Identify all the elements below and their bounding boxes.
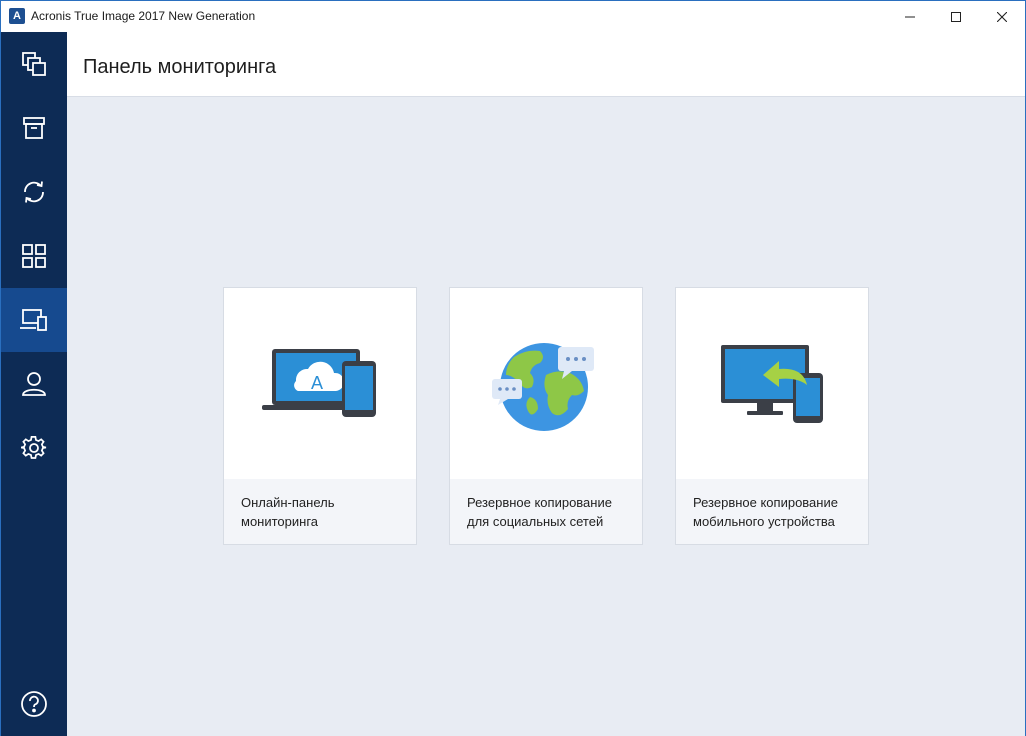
card-caption: Резервное копирование для социальных сет… [450,479,642,544]
acronis-logo-icon: A [9,8,25,24]
title-bar: A Acronis True Image 2017 New Generation [1,1,1025,32]
card-title-line2: мониторинга [241,514,319,529]
help-icon [21,691,47,717]
sidebar [1,32,67,736]
card-title-line2: для социальных сетей [467,514,604,529]
sidebar-item-dashboard[interactable] [1,288,67,352]
minimize-button[interactable] [887,1,933,32]
page-header: Панель мониторинга [67,32,1025,97]
illustration-area [450,288,642,478]
monitor-phone-illustration [721,345,823,423]
sidebar-item-account[interactable] [1,352,67,416]
minimize-icon [905,16,915,17]
card-title-line2: мобильного устройства [693,514,835,529]
card-title-line1: Онлайн-панель [241,495,335,510]
archive-icon [23,117,45,139]
card-title-line1: Резервное копирование [467,495,612,510]
card-social-backup[interactable]: Резервное копирование для социальных сет… [449,287,643,545]
dashboard-devices-icon [20,309,47,331]
window-title: Acronis True Image 2017 New Generation [31,9,256,23]
sidebar-item-help[interactable] [1,672,67,736]
app-window: A Acronis True Image 2017 New Generation [0,0,1026,736]
tools-icon [22,244,46,268]
card-caption: Онлайн-панель мониторинга [224,479,416,544]
close-button[interactable] [979,1,1025,32]
card-caption: Резервное копирование мобильного устройс… [676,479,868,544]
settings-icon [21,436,47,459]
sidebar-item-sync[interactable] [1,160,67,224]
backup-icon [22,52,46,76]
maximize-icon [951,11,961,22]
laptop-cloud-phone-illustration: A [262,349,376,417]
sidebar-item-tools[interactable] [1,224,67,288]
card-online-dashboard[interactable]: A Онлайн-панель мониторинга [223,287,417,545]
close-icon [997,11,1007,22]
sync-icon [24,181,44,203]
sidebar-item-archive[interactable] [1,96,67,160]
svg-text:A: A [311,373,323,393]
illustration-area [676,288,868,478]
sidebar-item-backup[interactable] [1,32,67,96]
card-mobile-backup[interactable]: Резервное копирование мобильного устройс… [675,287,869,545]
maximize-button[interactable] [933,1,979,32]
card-title-line1: Резервное копирование [693,495,838,510]
page-title: Панель мониторинга [83,56,277,78]
dashboard-content: A Онлайн-панель мониторинга Резервное ко… [67,97,1025,736]
illustration-area: A [224,288,416,478]
globe-chat-illustration [492,343,594,431]
account-icon [22,372,46,396]
sidebar-item-settings[interactable] [1,416,67,480]
